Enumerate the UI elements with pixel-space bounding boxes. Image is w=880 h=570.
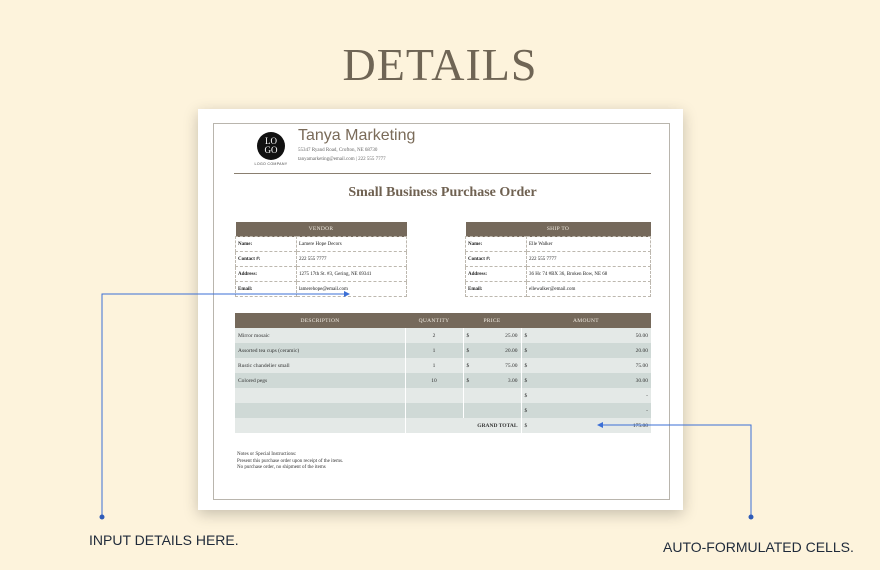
callout-dot-left-icon xyxy=(99,514,105,520)
callout-line-left xyxy=(101,293,346,516)
callout-line-right xyxy=(602,424,752,516)
callout-arrow-left-icon xyxy=(344,291,350,297)
callout-right-label: AUTO-FORMULATED CELLS. xyxy=(663,539,854,555)
callout-left-label: INPUT DETAILS HERE. xyxy=(89,532,239,548)
callout-arrow-right-icon xyxy=(597,422,603,428)
callout-dot-right-icon xyxy=(748,514,754,520)
callout-lines xyxy=(99,291,754,520)
